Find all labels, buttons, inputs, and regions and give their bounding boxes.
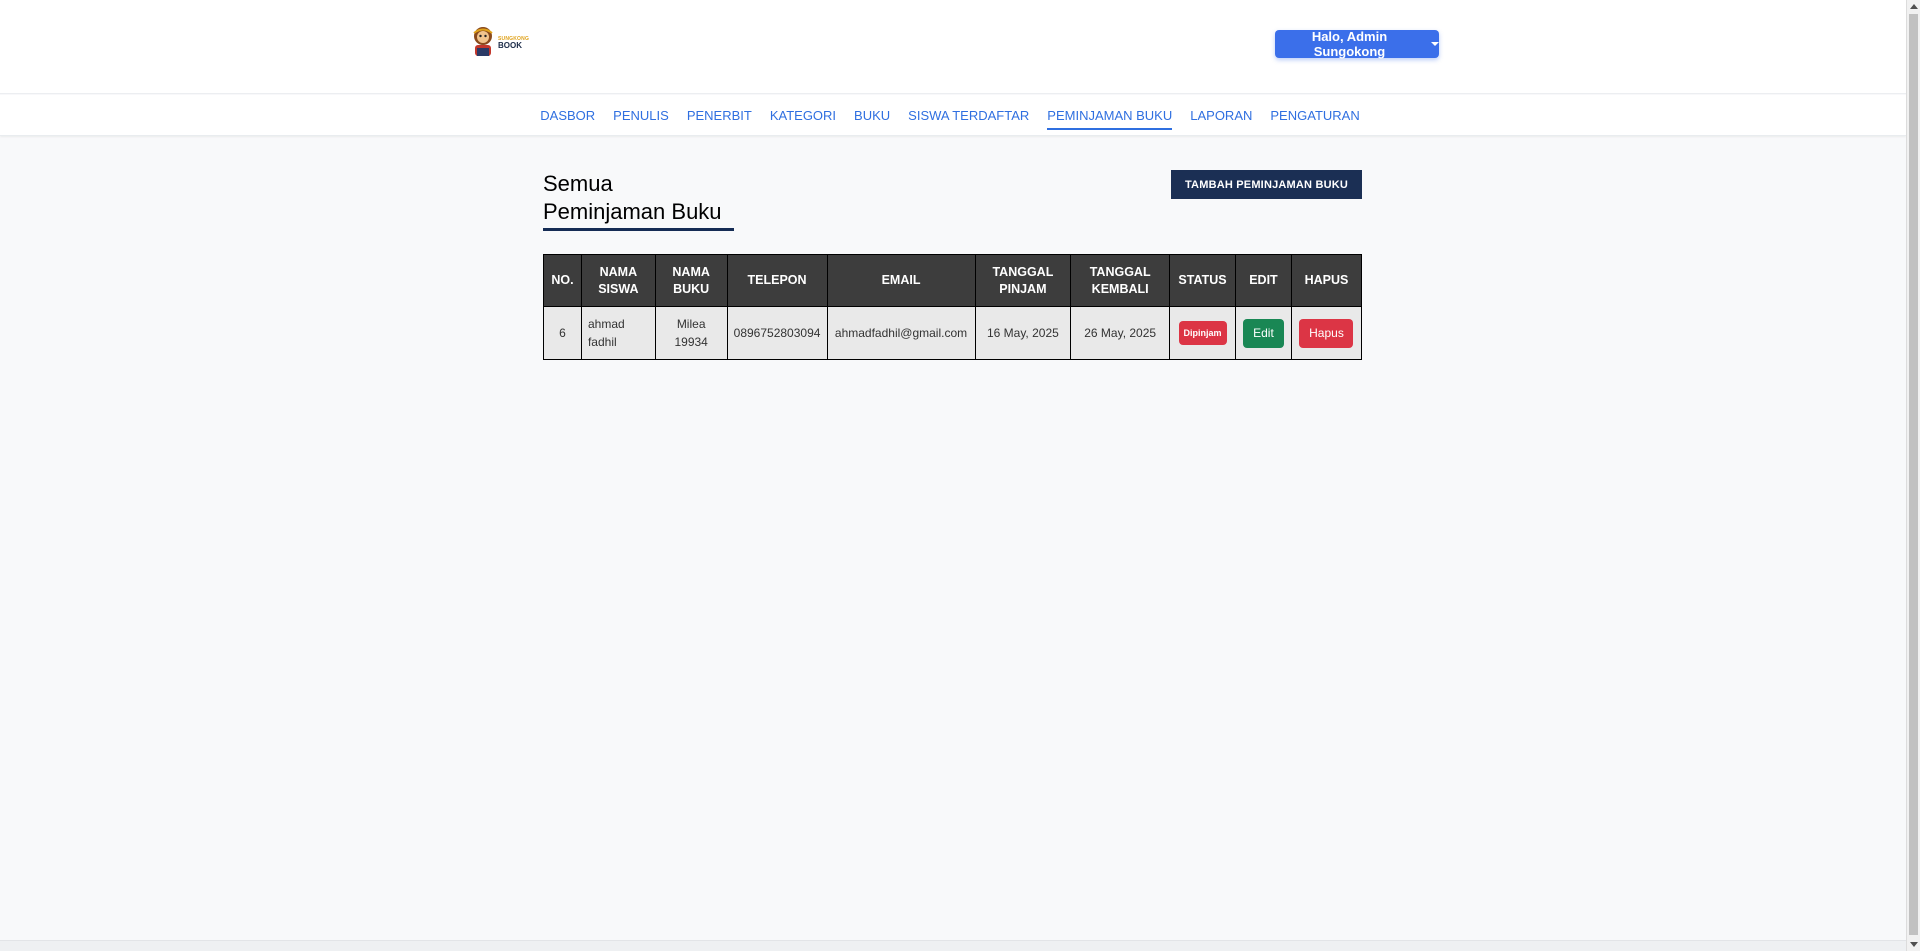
cell-return-date: 26 May, 2025 — [1070, 306, 1171, 360]
vertical-scrollbar[interactable] — [1906, 0, 1920, 951]
logo[interactable]: SUNGKONG BOOK — [470, 24, 530, 62]
cell-borrow-date: 16 May, 2025 — [974, 306, 1072, 360]
cell-status: Dipinjam — [1169, 306, 1236, 360]
nav-item-buku[interactable]: BUKU — [854, 96, 890, 135]
column-header-email: EMAIL — [826, 254, 976, 307]
column-header-status: STATUS — [1169, 254, 1236, 307]
cell-edit: Edit — [1234, 306, 1292, 360]
nav-item-penulis[interactable]: PENULIS — [613, 96, 669, 135]
caret-down-icon — [1431, 42, 1439, 46]
column-header-hapus: HAPUS — [1290, 254, 1363, 307]
main-nav: DASBOR PENULIS PENERBIT KATEGORI BUKU SI… — [0, 95, 1906, 136]
title-underline — [543, 228, 734, 231]
column-header-telepon: TELEPON — [726, 254, 828, 307]
column-header-nama-siswa: NAMA SISWA — [580, 254, 656, 307]
page-title-line1: Semua — [543, 171, 613, 196]
delete-button[interactable]: Hapus — [1299, 318, 1354, 348]
cell-delete: Hapus — [1290, 306, 1363, 360]
top-header: SUNGKONG BOOK Halo, Admin Sungokong — [0, 0, 1906, 94]
column-header-nama-buku: NAMA BUKU — [654, 254, 728, 307]
status-badge: Dipinjam — [1178, 321, 1227, 345]
cell-no: 6 — [543, 306, 582, 360]
cell-phone: 0896752803094 — [726, 306, 828, 360]
table-header-row: NO. NAMA SISWA NAMA BUKU TELEPON EMAIL TAN… — [543, 254, 1363, 307]
nav-item-siswa-terdaftar[interactable]: SISWA TERDAFTAR — [908, 96, 1029, 135]
user-menu-label: Halo, Admin Sungokong — [1311, 29, 1388, 59]
bottom-bar — [0, 940, 1906, 951]
column-header-edit: EDIT — [1234, 254, 1292, 307]
cell-student-name: ahmad fadhil — [580, 306, 656, 360]
nav-item-kategori[interactable]: KATEGORI — [770, 96, 836, 135]
table-row: 6 ahmad fadhil Milea 19934 0896752803094 a… — [543, 306, 1363, 360]
scroll-up-icon[interactable] — [1910, 4, 1918, 9]
nav-item-dasbor[interactable]: DASBOR — [540, 96, 595, 135]
loans-table: NO. NAMA SISWA NAMA BUKU TELEPON EMAIL TAN… — [543, 254, 1363, 360]
column-header-tanggal-pinjam: TANGGAL PINJAM — [974, 254, 1072, 307]
cell-book-name: Milea 19934 — [654, 306, 728, 360]
nav-item-pengaturan[interactable]: PENGATURAN — [1270, 96, 1359, 135]
user-menu-button[interactable]: Halo, Admin Sungokong — [1275, 29, 1439, 59]
column-header-no: NO. — [543, 254, 582, 307]
scrollbar-thumb[interactable] — [1909, 14, 1918, 935]
logo-text-bottom: BOOK — [498, 40, 522, 50]
page-title: Semua Peminjaman Buku — [543, 170, 722, 226]
page-title-line2: Peminjaman Buku — [543, 199, 722, 224]
scroll-down-icon[interactable] — [1910, 942, 1918, 947]
nav-item-penerbit[interactable]: PENERBIT — [687, 96, 752, 135]
nav-item-laporan[interactable]: LAPORAN — [1190, 96, 1252, 135]
edit-button[interactable]: Edit — [1242, 318, 1284, 348]
nav-item-peminjaman-buku[interactable]: PEMINJAMAN BUKU — [1047, 96, 1172, 135]
monkey-logo-icon — [470, 26, 496, 60]
column-header-tanggal-kembali: TANGGAL KEMBALI — [1070, 254, 1171, 307]
add-loan-button[interactable]: TAMBAH PEMINJAMAN BUKU — [1171, 170, 1362, 199]
cell-email: ahmadfadhil@gmail.com — [826, 306, 976, 360]
